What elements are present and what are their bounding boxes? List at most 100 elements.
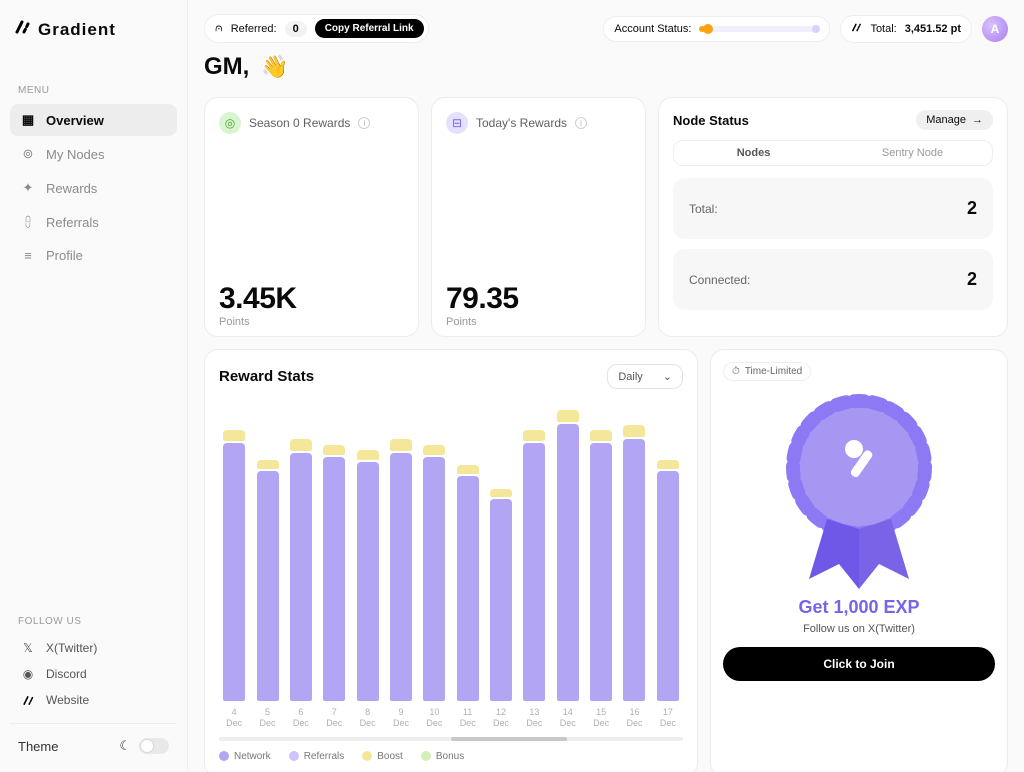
greeting-text: GM, <box>204 53 249 81</box>
follow-twitter[interactable]: 𝕏 X(Twitter) <box>10 635 177 661</box>
topbar: ⩀ Referred: 0 Copy Referral Link Account… <box>204 14 1008 43</box>
bar-column[interactable]: 4Dec <box>221 401 247 729</box>
bar-column[interactable]: 15Dec <box>588 401 614 729</box>
row-key: Connected: <box>689 273 750 287</box>
bar-column[interactable]: 10Dec <box>421 401 447 729</box>
join-button[interactable]: Click to Join <box>723 647 995 681</box>
nav-label: My Nodes <box>46 147 105 162</box>
season-value: 3.45K <box>219 282 404 316</box>
bar-label: 5Dec <box>260 707 276 729</box>
manage-label: Manage <box>926 114 966 126</box>
manage-button[interactable]: Manage → <box>916 110 993 130</box>
referred-label: Referred: <box>231 23 277 35</box>
bar-label: 10Dec <box>426 707 442 729</box>
x-icon: 𝕏 <box>20 641 36 655</box>
nav-my-nodes[interactable]: ⊚ My Nodes <box>10 138 177 170</box>
info-icon[interactable]: i <box>575 117 587 129</box>
gift-icon: ✦ <box>20 180 36 196</box>
follow-label-text: Discord <box>46 667 87 681</box>
cylinder-icon: ⊟ <box>446 112 468 134</box>
bar-label: 4Dec <box>226 707 242 729</box>
settings-icon: ≡ <box>20 248 36 263</box>
follow-discord[interactable]: ◉ Discord <box>10 661 177 687</box>
card-title: Today's Rewards <box>476 116 567 130</box>
wave-icon: 👋 <box>261 54 288 80</box>
theme-toggle[interactable] <box>139 738 169 754</box>
bolt-icon <box>851 22 862 36</box>
chart-title: Reward Stats <box>219 368 314 385</box>
theme-label: Theme <box>18 739 58 754</box>
bar-label: 13Dec <box>526 707 542 729</box>
brand-logo[interactable]: Gradient <box>10 18 177 41</box>
bar-column[interactable]: 12Dec <box>488 401 514 729</box>
account-status-pill[interactable]: Account Status: <box>603 16 830 42</box>
bar-label: 8Dec <box>360 707 376 729</box>
arrow-right-icon: → <box>972 114 983 126</box>
badge-illustration <box>779 389 939 589</box>
web-icon <box>20 694 36 707</box>
legend-referrals: Referrals <box>304 751 345 762</box>
promo-subtitle: Follow us on X(Twitter) <box>803 623 915 635</box>
bar-label: 14Dec <box>560 707 576 729</box>
nav-label: Rewards <box>46 181 97 196</box>
bar-column[interactable]: 7Dec <box>321 401 347 729</box>
node-status-tabs: Nodes Sentry Node <box>673 140 993 166</box>
greeting: GM, 👋 <box>204 53 1008 81</box>
nav-rewards[interactable]: ✦ Rewards <box>10 172 177 204</box>
nodes-icon: ⊚ <box>20 146 36 162</box>
bar-column[interactable]: 16Dec <box>621 401 647 729</box>
bar-column[interactable]: 13Dec <box>521 401 547 729</box>
time-limited-tag: ⏱ Time-Limited <box>723 362 811 381</box>
chart-scrollbar[interactable] <box>219 737 683 741</box>
status-row-connected: Connected: 2 <box>673 249 993 310</box>
avatar-initial: A <box>991 22 1000 36</box>
chart-body: 4Dec 5Dec 6Dec 7Dec 8Dec 9Dec 10Dec 11Dec 12Dec 1… <box>219 397 683 729</box>
nav-profile[interactable]: ≡ Profile <box>10 240 177 271</box>
legend-boost: Boost <box>377 751 403 762</box>
promo-tag-label: Time-Limited <box>745 366 802 377</box>
bar-column[interactable]: 11Dec <box>455 401 481 729</box>
user-icon: ⩀ <box>215 22 223 35</box>
bar-column[interactable]: 6Dec <box>288 401 314 729</box>
discord-icon: ◉ <box>20 667 36 681</box>
today-value: 79.35 <box>446 282 631 316</box>
bar-column[interactable]: 17Dec <box>655 401 681 729</box>
nav-list: ▦ Overview ⊚ My Nodes ✦ Rewards ⩉ Referr… <box>10 104 177 271</box>
bar-label: 9Dec <box>393 707 409 729</box>
bar-column[interactable]: 9Dec <box>388 401 414 729</box>
tab-sentry[interactable]: Sentry Node <box>833 141 992 165</box>
range-select[interactable]: Daily ⌄ <box>607 364 683 389</box>
bar-column[interactable]: 8Dec <box>354 401 380 729</box>
row-value: 2 <box>967 269 977 290</box>
total-points-pill[interactable]: Total: 3,451.52 pt <box>840 15 972 43</box>
bar-label: 17Dec <box>660 707 676 729</box>
avatar[interactable]: A <box>982 16 1008 42</box>
referral-chip: ⩀ Referred: 0 Copy Referral Link <box>204 14 429 43</box>
bar-label: 15Dec <box>593 707 609 729</box>
status-row-total: Total: 2 <box>673 178 993 239</box>
nav-overview[interactable]: ▦ Overview <box>10 104 177 136</box>
nav-label: Profile <box>46 248 83 263</box>
node-status-card: Node Status Manage → Nodes Sentry Node T… <box>658 97 1008 337</box>
coin-icon: ◎ <box>219 112 241 134</box>
tab-nodes[interactable]: Nodes <box>674 141 833 165</box>
follow-label-text: X(Twitter) <box>46 641 97 655</box>
follow-website[interactable]: Website <box>10 687 177 713</box>
info-icon[interactable]: i <box>358 117 370 129</box>
copy-referral-button[interactable]: Copy Referral Link <box>315 19 424 38</box>
bar-column[interactable]: 5Dec <box>254 401 280 729</box>
main-content: ⩀ Referred: 0 Copy Referral Link Account… <box>188 0 1024 772</box>
timer-icon: ⏱ <box>732 366 740 377</box>
referred-count: 0 <box>285 21 307 37</box>
range-value: Daily <box>618 371 642 383</box>
nav-referrals[interactable]: ⩉ Referrals <box>10 206 177 238</box>
sidebar: Gradient MENU ▦ Overview ⊚ My Nodes ✦ Re… <box>0 0 188 772</box>
bar-column[interactable]: 14Dec <box>555 401 581 729</box>
bar-label: 11Dec <box>460 707 476 729</box>
theme-row: Theme ☾ <box>10 723 177 760</box>
follow-label-text: Website <box>46 693 89 707</box>
nav-label: Overview <box>46 113 104 128</box>
today-rewards-card: ⊟ Today's Rewards i 79.35 Points <box>431 97 646 337</box>
bar-label: 12Dec <box>493 707 509 729</box>
brand-name: Gradient <box>38 20 116 40</box>
